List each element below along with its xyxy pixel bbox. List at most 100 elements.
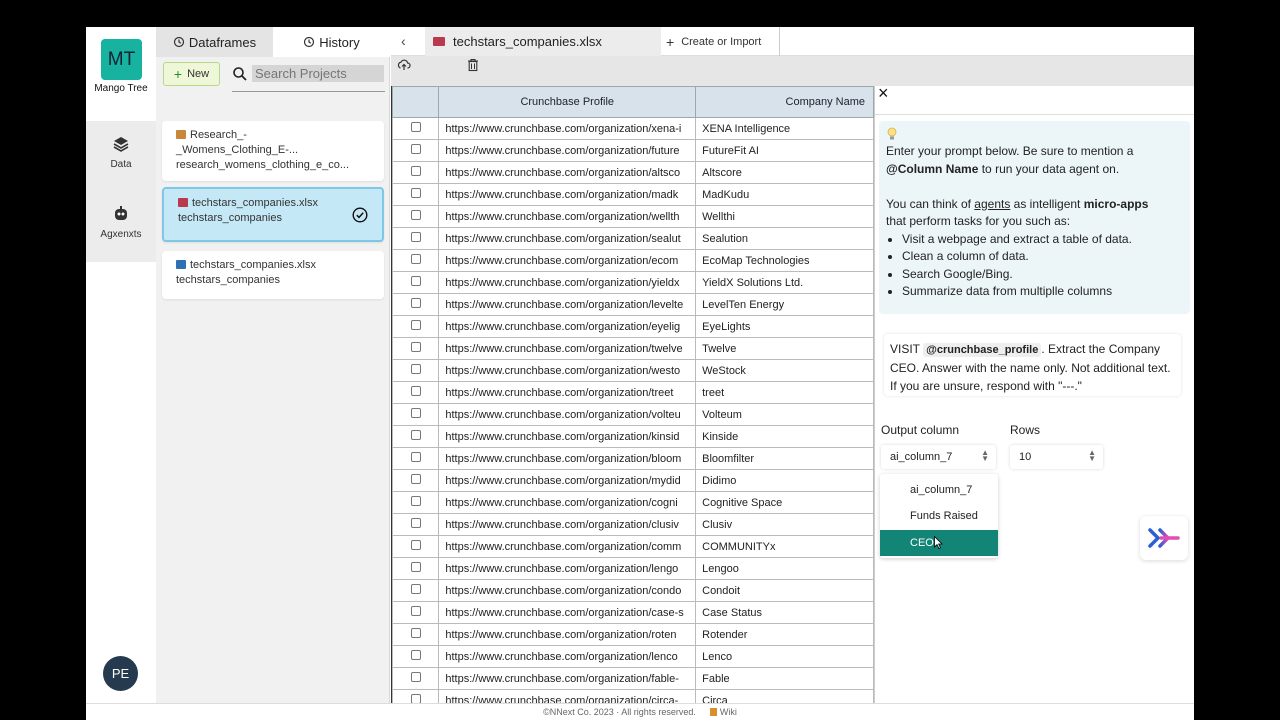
row-checkbox[interactable] xyxy=(410,210,421,220)
table-row[interactable]: https://www.crunchbase.com/organization/… xyxy=(392,513,874,536)
company-name-cell[interactable]: XENA Intelligence xyxy=(695,117,874,140)
crunchbase-cell[interactable]: https://www.crunchbase.com/organization/… xyxy=(438,381,697,404)
table-row[interactable]: https://www.crunchbase.com/organization/… xyxy=(392,183,874,206)
crunchbase-cell[interactable]: https://www.crunchbase.com/organization/… xyxy=(438,601,697,624)
table-row[interactable]: https://www.crunchbase.com/organization/… xyxy=(392,359,874,382)
table-row[interactable]: https://www.crunchbase.com/organization/… xyxy=(392,315,874,338)
company-name-cell[interactable]: MadKudu xyxy=(695,183,874,206)
table-row[interactable]: https://www.crunchbase.com/organization/… xyxy=(392,447,874,470)
row-checkbox[interactable] xyxy=(410,188,421,198)
tab-dataframes[interactable]: Dataframes xyxy=(156,27,273,57)
table-row[interactable]: https://www.crunchbase.com/organization/… xyxy=(392,579,874,602)
rail-item-agents[interactable]: Agxenxts xyxy=(86,205,156,240)
output-column-select[interactable]: ai_column_7 ▲ ▼ xyxy=(881,445,996,469)
crunchbase-cell[interactable]: https://www.crunchbase.com/organization/… xyxy=(438,623,697,646)
table-row[interactable]: https://www.crunchbase.com/organization/… xyxy=(392,535,874,558)
company-name-cell[interactable]: Clusiv xyxy=(695,513,874,536)
crunchbase-cell[interactable]: https://www.crunchbase.com/organization/… xyxy=(438,337,697,360)
crunchbase-cell[interactable]: https://www.crunchbase.com/organization/… xyxy=(438,161,697,184)
company-name-cell[interactable]: Sealution xyxy=(695,227,874,250)
row-checkbox[interactable] xyxy=(410,298,421,308)
table-row[interactable]: https://www.crunchbase.com/organization/… xyxy=(392,337,874,360)
brand-logo[interactable]: MT xyxy=(101,39,142,80)
crunchbase-cell[interactable]: https://www.crunchbase.com/organization/… xyxy=(438,117,697,140)
table-row[interactable]: https://www.crunchbase.com/organization/… xyxy=(392,601,874,624)
table-row[interactable]: https://www.crunchbase.com/organization/… xyxy=(392,293,874,316)
company-name-cell[interactable]: Fable xyxy=(695,667,874,690)
crunchbase-cell[interactable]: https://www.crunchbase.com/organization/… xyxy=(438,535,697,558)
crunchbase-cell[interactable]: https://www.crunchbase.com/organization/… xyxy=(438,139,697,162)
crunchbase-cell[interactable]: https://www.crunchbase.com/organization/… xyxy=(438,645,697,668)
project-card-techstars-selected[interactable]: techstars_companies.xlsx techstars_compa… xyxy=(162,187,384,242)
table-row[interactable]: https://www.crunchbase.com/organization/… xyxy=(392,491,874,514)
company-name-cell[interactable]: WeStock xyxy=(695,359,874,382)
row-checkbox[interactable] xyxy=(410,628,421,638)
table-row[interactable]: https://www.crunchbase.com/organization/… xyxy=(392,117,874,140)
table-row[interactable]: https://www.crunchbase.com/organization/… xyxy=(392,403,874,426)
table-row[interactable]: https://www.crunchbase.com/organization/… xyxy=(392,557,874,580)
table-row[interactable]: https://www.crunchbase.com/organization/… xyxy=(392,139,874,162)
row-checkbox[interactable] xyxy=(410,496,421,506)
table-row[interactable]: https://www.crunchbase.com/organization/… xyxy=(392,623,874,646)
rail-item-data[interactable]: Data xyxy=(86,135,156,170)
row-checkbox[interactable] xyxy=(410,606,421,616)
company-name-cell[interactable]: treet xyxy=(695,381,874,404)
table-row[interactable]: https://www.crunchbase.com/organization/… xyxy=(392,425,874,448)
company-name-cell[interactable]: EcoMap Technologies xyxy=(695,249,874,272)
table-row[interactable]: https://www.crunchbase.com/organization/… xyxy=(392,227,874,250)
row-checkbox[interactable] xyxy=(410,430,421,440)
row-checkbox[interactable] xyxy=(410,474,421,484)
company-name-cell[interactable]: Wellthi xyxy=(695,205,874,228)
company-name-cell[interactable]: Altscore xyxy=(695,161,874,184)
option-funds-raised[interactable]: Funds Raised xyxy=(880,503,998,529)
row-checkbox[interactable] xyxy=(410,650,421,660)
company-name-cell[interactable]: YieldX Solutions Ltd. xyxy=(695,271,874,294)
crunchbase-cell[interactable]: https://www.crunchbase.com/organization/… xyxy=(438,491,697,514)
crunchbase-cell[interactable]: https://www.crunchbase.com/organization/… xyxy=(438,359,697,382)
crunchbase-cell[interactable]: https://www.crunchbase.com/organization/… xyxy=(438,205,697,228)
crunchbase-cell[interactable]: https://www.crunchbase.com/organization/… xyxy=(438,689,697,703)
table-row[interactable]: https://www.crunchbase.com/organization/… xyxy=(392,469,874,492)
crunchbase-cell[interactable]: https://www.crunchbase.com/organization/… xyxy=(438,293,697,316)
row-checkbox[interactable] xyxy=(410,386,421,396)
crunchbase-cell[interactable]: https://www.crunchbase.com/organization/… xyxy=(438,227,697,250)
close-icon[interactable]: × xyxy=(878,83,889,104)
company-name-cell[interactable]: LevelTen Energy xyxy=(695,293,874,316)
tab-file[interactable]: techstars_companies.xlsx xyxy=(425,27,661,56)
table-row[interactable]: https://www.crunchbase.com/organization/… xyxy=(392,205,874,228)
row-checkbox[interactable] xyxy=(410,408,421,418)
row-checkbox[interactable] xyxy=(410,276,421,286)
wiki-link[interactable]: Wiki xyxy=(720,707,737,717)
tab-create-import[interactable]: + Create or Import xyxy=(663,27,780,56)
new-project-button[interactable]: + New xyxy=(163,62,220,86)
company-name-cell[interactable]: Case Status xyxy=(695,601,874,624)
crunchbase-cell[interactable]: https://www.crunchbase.com/organization/… xyxy=(438,183,697,206)
row-checkbox[interactable] xyxy=(410,320,421,330)
user-avatar[interactable]: PE xyxy=(103,656,138,691)
row-checkbox[interactable] xyxy=(410,452,421,462)
prompt-input[interactable]: VISIT @crunchbase_profile. Extract the C… xyxy=(884,334,1181,396)
row-checkbox[interactable] xyxy=(410,694,421,703)
agents-link[interactable]: agents xyxy=(974,197,1010,211)
row-checkbox[interactable] xyxy=(410,540,421,550)
crunchbase-cell[interactable]: https://www.crunchbase.com/organization/… xyxy=(438,513,697,536)
data-table-container[interactable]: Crunchbase Profile Company Name https://… xyxy=(391,86,874,703)
crunchbase-cell[interactable]: https://www.crunchbase.com/organization/… xyxy=(438,469,697,492)
company-name-cell[interactable]: Circa xyxy=(695,689,874,703)
table-row[interactable]: https://www.crunchbase.com/organization/… xyxy=(392,667,874,690)
company-name-cell[interactable]: EyeLights xyxy=(695,315,874,338)
run-agent-button[interactable] xyxy=(1140,516,1188,560)
column-header[interactable]: Company Name xyxy=(695,86,874,118)
row-checkbox[interactable] xyxy=(410,518,421,528)
row-checkbox[interactable] xyxy=(410,144,421,154)
row-checkbox[interactable] xyxy=(410,584,421,594)
crunchbase-cell[interactable]: https://www.crunchbase.com/organization/… xyxy=(438,403,697,426)
project-card-research[interactable]: Research_- _Womens_Clothing_E-... resear… xyxy=(162,121,384,181)
crunchbase-cell[interactable]: https://www.crunchbase.com/organization/… xyxy=(438,557,697,580)
company-name-cell[interactable]: Didimo xyxy=(695,469,874,492)
table-row[interactable]: https://www.crunchbase.com/organization/… xyxy=(392,689,874,703)
tab-history[interactable]: History xyxy=(273,27,390,57)
company-name-cell[interactable]: Twelve xyxy=(695,337,874,360)
table-row[interactable]: https://www.crunchbase.com/organization/… xyxy=(392,249,874,272)
company-name-cell[interactable]: Kinside xyxy=(695,425,874,448)
